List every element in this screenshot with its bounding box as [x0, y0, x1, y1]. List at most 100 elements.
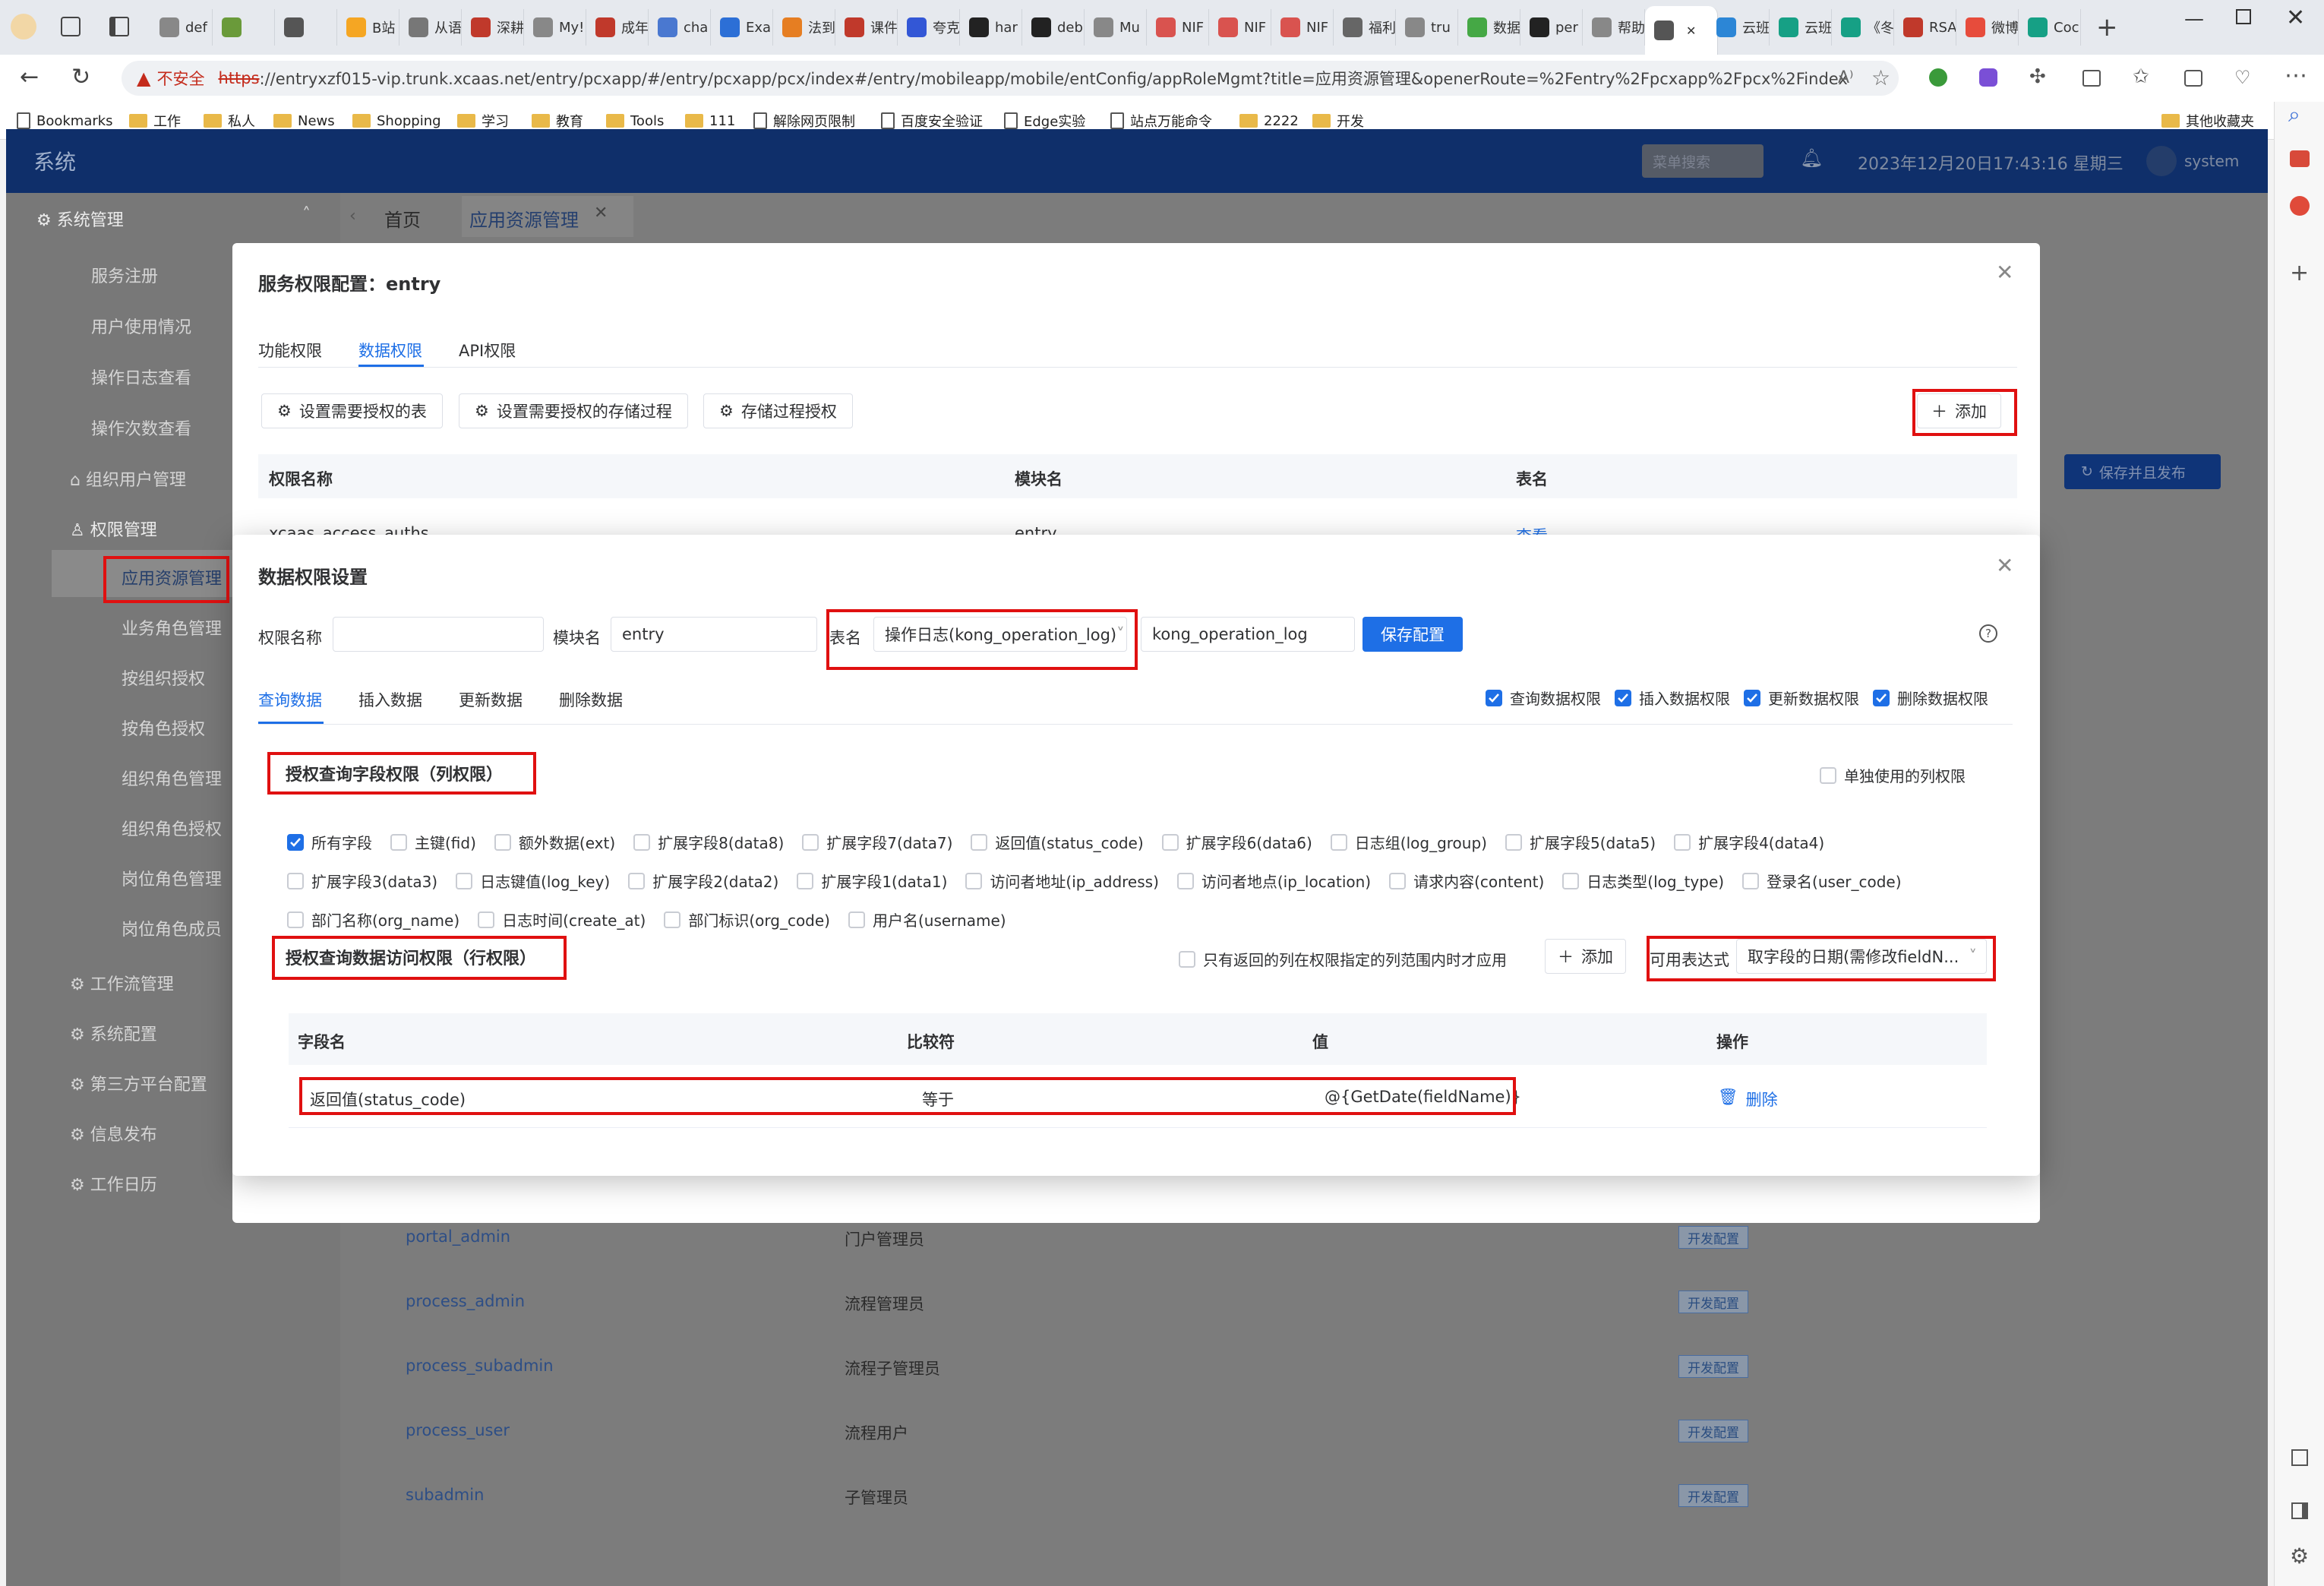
browser-tab[interactable]: [275, 9, 337, 46]
browser-tab[interactable]: 夸克: [898, 9, 960, 46]
field-checkbox[interactable]: 部门名称(org_name): [287, 908, 459, 930]
browser-tab[interactable]: har: [960, 9, 1022, 46]
set-tables-button[interactable]: ⚙ 设置需要授权的表: [261, 393, 443, 428]
tab-app-resource[interactable]: 应用资源管理: [469, 205, 579, 232]
browser-essentials-icon[interactable]: ♡: [2234, 67, 2251, 88]
role-code-link[interactable]: process_user: [406, 1421, 510, 1439]
url-field[interactable]: ▲ 不安全 https ://entryxzf015-vip.trunk.xca…: [122, 61, 1899, 96]
add-row-rule-button[interactable]: ＋ 添加: [1545, 939, 1626, 974]
browser-tab[interactable]: Exa: [711, 9, 773, 46]
browser-tab[interactable]: 帮助: [1583, 9, 1645, 46]
browser-tab[interactable]: RSA: [1894, 9, 1956, 46]
favorite-star-icon[interactable]: ☆: [1871, 65, 1890, 90]
perm-name-input[interactable]: [333, 617, 544, 652]
split-screen-icon[interactable]: [2082, 70, 2101, 87]
browser-tab[interactable]: Mu: [1085, 9, 1147, 46]
sidebar-item[interactable]: ⚙ 系统配置: [70, 1021, 157, 1045]
maximize-button[interactable]: [2236, 9, 2251, 24]
collections-icon[interactable]: [2184, 70, 2202, 87]
tab-delete[interactable]: 删除数据: [559, 688, 623, 711]
browser-tab[interactable]: B站: [337, 9, 399, 46]
browser-tab[interactable]: 法到: [773, 9, 835, 46]
field-checkbox[interactable]: 所有字段: [287, 831, 372, 853]
browser-tab[interactable]: deb: [1022, 9, 1085, 46]
browser-tab[interactable]: NIF: [1271, 9, 1334, 46]
help-icon[interactable]: ?: [1979, 624, 1997, 643]
field-checkbox[interactable]: 访问者地址(ip_address): [965, 870, 1159, 892]
field-checkbox[interactable]: 部门标识(org_code): [664, 908, 830, 930]
browser-tab[interactable]: 数据: [1458, 9, 1520, 46]
procedure-auth-button[interactable]: ⚙ 存储过程授权: [703, 393, 853, 428]
field-checkbox[interactable]: 扩展字段1(data1): [797, 870, 947, 892]
field-checkbox[interactable]: 扩展字段4(data4): [1674, 831, 1824, 853]
sidebar-item-org-users[interactable]: ⌂ 组织用户管理: [70, 466, 186, 491]
dev-config-button[interactable]: 开发配置: [1678, 1226, 1748, 1249]
hide-sidebar-icon[interactable]: [2291, 1502, 2308, 1519]
browser-tab[interactable]: NIF: [1147, 9, 1209, 46]
field-checkbox[interactable]: 日志时间(create_at): [478, 908, 646, 930]
close-icon[interactable]: ✕: [1996, 553, 2013, 578]
tab-close-icon[interactable]: ✕: [1686, 24, 1696, 38]
field-checkbox[interactable]: 扩展字段3(data3): [287, 870, 437, 892]
browser-tab[interactable]: cha: [649, 9, 711, 46]
username[interactable]: system: [2184, 152, 2239, 170]
browser-tab[interactable]: My!: [524, 9, 586, 46]
perm-checkbox[interactable]: 插入数据权限: [1615, 687, 1730, 709]
module-input[interactable]: entry: [611, 617, 817, 652]
avatar[interactable]: [2146, 146, 2177, 176]
role-code-link[interactable]: subadmin: [406, 1486, 484, 1504]
weibo-icon[interactable]: [2290, 196, 2310, 216]
sidebar-group-system[interactable]: ⚙ 系统管理: [36, 207, 124, 231]
browser-tab[interactable]: Coc: [2019, 9, 2081, 46]
tab-data-perm[interactable]: 数据权限: [358, 339, 422, 362]
new-tab-button[interactable]: +: [2096, 12, 2118, 43]
tab-api-perm[interactable]: API权限: [459, 339, 516, 362]
close-window-button[interactable]: ✕: [2286, 5, 2305, 31]
sidebar-item[interactable]: ⚙ 信息发布: [70, 1121, 157, 1145]
perm-checkbox[interactable]: 查询数据权限: [1486, 687, 1601, 709]
role-code-link[interactable]: portal_admin: [406, 1227, 510, 1246]
field-checkbox[interactable]: 扩展字段6(data6): [1161, 831, 1312, 853]
minimize-button[interactable]: —: [2184, 8, 2204, 30]
field-checkbox[interactable]: 日志键值(log_key): [456, 870, 610, 892]
tab-home[interactable]: 首页: [384, 205, 421, 232]
extensions-puzzle-icon[interactable]: ✣: [2029, 65, 2046, 88]
sidebar-item[interactable]: 操作日志查看: [91, 365, 191, 389]
browser-tab[interactable]: per: [1520, 9, 1583, 46]
workspaces-icon[interactable]: [61, 17, 81, 36]
field-checkbox[interactable]: 额外数据(ext): [494, 831, 615, 853]
sidebar-item[interactable]: ⚙ 工作流管理: [70, 971, 174, 995]
dev-config-button[interactable]: 开发配置: [1678, 1420, 1748, 1442]
sidebar-group-permissions[interactable]: ♙ 权限管理: [70, 517, 157, 541]
bell-icon[interactable]: 🔔︎: [1800, 147, 1823, 169]
expand-icon[interactable]: [2291, 1449, 2308, 1466]
role-code-link[interactable]: process_subadmin: [406, 1357, 554, 1375]
sidebar-item[interactable]: 岗位角色成员: [122, 916, 222, 940]
sidebar-item[interactable]: 岗位角色管理: [122, 866, 222, 890]
dev-config-button[interactable]: 开发配置: [1678, 1355, 1748, 1378]
settings-gear-icon[interactable]: ⚙: [2290, 1543, 2309, 1569]
sidebar-item[interactable]: 按组织授权: [122, 665, 205, 690]
tab-function-perm[interactable]: 功能权限: [258, 339, 322, 362]
field-checkbox[interactable]: 扩展字段8(data8): [633, 831, 784, 853]
sidebar-item[interactable]: 操作次数查看: [91, 415, 191, 440]
browser-tab[interactable]: [213, 9, 275, 46]
save-publish-button[interactable]: ↻ 保存并且发布: [2064, 454, 2221, 489]
sidebar-item[interactable]: 用户使用情况: [91, 314, 191, 338]
menu-search-input[interactable]: 菜单搜索: [1642, 144, 1764, 178]
set-procedures-button[interactable]: ⚙ 设置需要授权的存储过程: [459, 393, 688, 428]
field-checkbox[interactable]: 扩展字段7(data7): [802, 831, 952, 853]
extension-icon[interactable]: [1979, 68, 1997, 87]
extension-icon[interactable]: [1929, 68, 1947, 87]
field-checkbox[interactable]: 访问者地点(ip_location): [1176, 870, 1371, 892]
field-checkbox[interactable]: 登录名(user_code): [1742, 870, 1902, 892]
table-code-input[interactable]: kong_operation_log: [1141, 617, 1355, 652]
browser-tab[interactable]: 云班: [1707, 9, 1770, 46]
browser-tab[interactable]: tru: [1396, 9, 1458, 46]
sidebar-item[interactable]: 按角色授权: [122, 716, 205, 740]
tab-query[interactable]: 查询数据: [258, 688, 322, 711]
browser-tab[interactable]: 福利: [1334, 9, 1396, 46]
dev-config-button[interactable]: 开发配置: [1678, 1484, 1748, 1507]
field-checkbox[interactable]: 扩展字段5(data5): [1505, 831, 1656, 853]
search-icon[interactable]: ⌕: [2288, 102, 2300, 128]
